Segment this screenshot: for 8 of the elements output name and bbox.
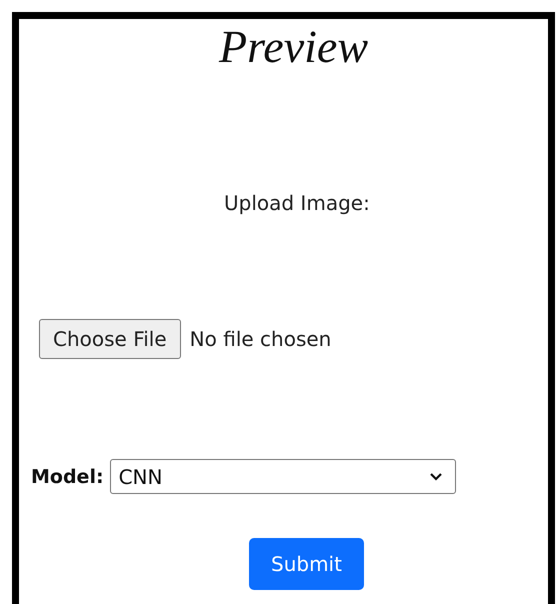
page-title: Preview	[218, 20, 370, 74]
model-select[interactable]: CNN	[110, 459, 456, 494]
submit-button[interactable]: Submit	[249, 538, 364, 590]
upload-label: Upload Image:	[224, 191, 371, 215]
choose-file-button[interactable]: Choose File	[39, 319, 181, 359]
file-status: No file chosen	[190, 327, 332, 351]
model-label: Model:	[31, 466, 104, 488]
chevron-icon	[428, 472, 443, 481]
